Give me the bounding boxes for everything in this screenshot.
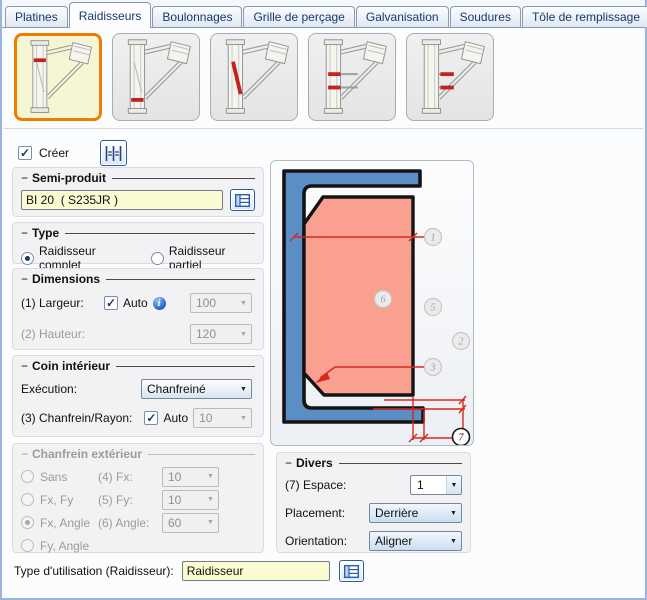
joint-type-gallery (14, 33, 494, 121)
group-title: Type (32, 226, 59, 240)
joint-thumbnail-2[interactable] (112, 33, 200, 121)
radio-fx-fy (21, 493, 34, 506)
group-title: Coin intérieur (32, 359, 110, 373)
group-title: Dimensions (32, 272, 100, 286)
joint-diagram-icon (310, 35, 394, 119)
separator (4, 128, 643, 129)
largeur-auto-checkbox[interactable]: ✓ (104, 296, 118, 310)
radio-sans (21, 470, 34, 483)
create-label: Créer (39, 146, 69, 160)
execution-label: Exécution: (21, 382, 141, 396)
group-coin-interieur: −Coin intérieur Exécution: Chanfreiné▼ (… (12, 355, 264, 437)
group-divers: −Divers (7) Espace: 1▼ Placement: Derriè… (276, 452, 471, 553)
tab-galvanisation[interactable]: Galvanisation (356, 6, 449, 27)
callout-3: 3 (430, 363, 436, 374)
joint-diagram-icon (212, 35, 296, 119)
radio-raidisseur-complet[interactable] (21, 252, 34, 265)
hauteur-select: 120▼ (190, 324, 252, 344)
largeur-select: 100▼ (190, 293, 252, 313)
tab-page: ✓ Créer −Semi-produit (4, 28, 643, 596)
orientation-label: Orientation: (285, 534, 347, 548)
stiffener-section-drawing: 1 6 5 2 3 7 (271, 161, 473, 445)
spacing-button[interactable] (100, 140, 127, 166)
tab-tole-de-remplissage[interactable]: Tôle de remplissage (522, 6, 647, 27)
chevron-down-icon: ▼ (236, 386, 251, 393)
espace-select[interactable]: 1▼ (410, 475, 462, 495)
radio-label: Fx, Fy (40, 493, 98, 507)
radio-label: Sans (40, 470, 98, 484)
catalog-table-icon (344, 565, 359, 578)
orientation-select[interactable]: Aligner▼ (369, 531, 462, 551)
usage-type-input[interactable] (182, 561, 330, 581)
radio-label: Fy, Angle (40, 539, 89, 553)
chanfrein-rayon-select: 10▼ (193, 408, 252, 428)
info-icon: i (153, 297, 166, 310)
callout-5: 5 (431, 303, 436, 314)
joint-thumbnail-3[interactable] (210, 33, 298, 121)
largeur-label: (1) Largeur: (21, 296, 99, 310)
group-dimensions: −Dimensions (1) Largeur: ✓ Auto i 100▼ (… (12, 268, 264, 350)
chanfrein-rayon-label: (3) Chanfrein/Rayon: (21, 411, 139, 425)
create-row: ✓ Créer (18, 140, 127, 166)
group-chanfrein-exterieur: −Chanfrein extérieur Sans (4) Fx: 10▼ Fx… (12, 443, 264, 553)
tab-bar: Platines Raidisseurs Boulonnages Grille … (2, 0, 645, 28)
placement-label: Placement: (285, 506, 345, 520)
chevron-down-icon: ▼ (203, 496, 218, 503)
group-title: Divers (296, 456, 333, 470)
fx-label: (4) Fx: (98, 470, 162, 484)
callout-6: 6 (381, 295, 386, 306)
callout-1: 1 (431, 233, 436, 244)
usage-type-browse-button[interactable] (339, 560, 364, 582)
auto-label: Auto (163, 411, 188, 425)
group-title: Chanfrein extérieur (32, 447, 142, 461)
chevron-down-icon: ▼ (446, 476, 461, 494)
chevron-down-icon: ▼ (236, 300, 251, 307)
group-title: Semi-produit (32, 171, 106, 185)
chevron-down-icon: ▼ (236, 415, 251, 422)
semi-produit-browse-button[interactable] (230, 189, 255, 211)
fy-label: (5) Fy: (98, 493, 162, 507)
catalog-table-icon (235, 194, 250, 207)
fy-select: 10▼ (162, 490, 219, 510)
create-checkbox[interactable]: ✓ (18, 146, 32, 160)
joint-thumbnail-4[interactable] (308, 33, 396, 121)
angle-label: (6) Angle: (98, 516, 162, 530)
tab-platines[interactable]: Platines (5, 6, 68, 27)
chevron-down-icon: ▼ (446, 538, 461, 545)
placement-select[interactable]: Derrière▼ (369, 503, 462, 523)
usage-type-label: Type d'utilisation (Raidisseur): (14, 564, 174, 578)
joint-diagram-icon (114, 35, 198, 119)
radio-fx-angle (21, 516, 34, 529)
chevron-down-icon: ▼ (446, 510, 461, 517)
group-type: −Type Raidisseur complet Raidisseur part… (12, 222, 264, 264)
execution-select[interactable]: Chanfreiné▼ (141, 379, 252, 399)
hauteur-label: (2) Hauteur: (21, 327, 85, 341)
distribute-horizontal-icon (105, 146, 122, 161)
callout-2: 2 (459, 337, 464, 348)
usage-type-row: Type d'utilisation (Raidisseur): (14, 560, 364, 582)
raidisseurs-dialog: Platines Raidisseurs Boulonnages Grille … (0, 0, 647, 600)
tab-soudures[interactable]: Soudures (450, 6, 521, 27)
semi-produit-input[interactable] (21, 190, 223, 210)
tab-grille-de-percage[interactable]: Grille de perçage (243, 6, 354, 27)
tab-boulonnages[interactable]: Boulonnages (152, 6, 242, 27)
tab-raidisseurs[interactable]: Raidisseurs (69, 2, 152, 28)
radio-fy-angle (21, 539, 34, 552)
chevron-down-icon: ▼ (203, 519, 218, 526)
group-semi-produit: −Semi-produit (12, 167, 264, 217)
auto-label: Auto (123, 296, 148, 310)
chevron-down-icon: ▼ (203, 473, 218, 480)
chanfrein-auto-checkbox[interactable]: ✓ (144, 411, 158, 425)
radio-raidisseur-partiel[interactable] (151, 252, 164, 265)
joint-diagram-icon (17, 36, 99, 118)
espace-label: (7) Espace: (285, 478, 346, 492)
joint-diagram-icon (408, 35, 492, 119)
angle-select: 60▼ (162, 513, 219, 533)
chevron-down-icon: ▼ (236, 331, 251, 338)
joint-thumbnail-5[interactable] (406, 33, 494, 121)
fx-select: 10▼ (162, 467, 219, 487)
radio-label: Fx, Angle (40, 516, 98, 530)
joint-thumbnail-1[interactable] (14, 33, 102, 121)
stiffener-diagram: 1 6 5 2 3 7 (270, 160, 474, 446)
